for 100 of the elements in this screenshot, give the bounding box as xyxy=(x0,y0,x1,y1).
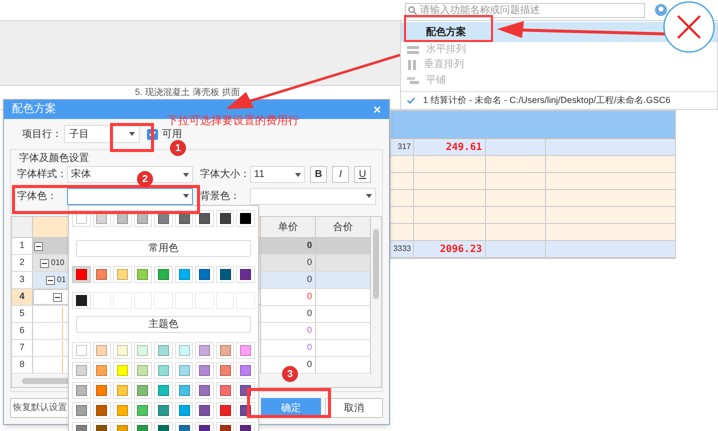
color-swatch[interactable] xyxy=(134,402,152,419)
color-swatch[interactable] xyxy=(174,382,194,399)
color-swatch[interactable] xyxy=(72,362,91,379)
color-swatch[interactable] xyxy=(72,266,91,283)
color-swatch[interactable] xyxy=(174,402,194,419)
color-swatch[interactable] xyxy=(174,266,194,283)
highlight-frame xyxy=(110,123,154,152)
collapse-icon[interactable] xyxy=(53,292,62,302)
column-header: 单价 xyxy=(278,220,298,234)
group-title: 字体及颜色设置 xyxy=(18,152,90,165)
reset-button[interactable]: 恢复默认设置 xyxy=(10,398,70,418)
menu-item[interactable]: 1 结算计价 - 未命名 - C:/Users/linj/Desktop/工程/未命名.GSC6 xyxy=(401,92,717,109)
color-swatch[interactable] xyxy=(195,382,214,399)
color-swatch[interactable] xyxy=(216,266,234,283)
color-swatch[interactable] xyxy=(236,342,255,359)
color-swatch[interactable] xyxy=(92,342,112,359)
column-header: 合价 xyxy=(333,220,353,234)
search-field[interactable]: 请输入功能名称或问题描述 xyxy=(405,2,645,18)
field-label: 字体大小： xyxy=(200,168,250,182)
color-swatch[interactable] xyxy=(72,342,91,359)
color-swatch[interactable] xyxy=(92,382,112,399)
color-swatch[interactable] xyxy=(154,362,173,379)
table-cell-text: 0 xyxy=(306,307,312,320)
cancel-button[interactable]: 取消 xyxy=(325,398,383,418)
color-swatch[interactable] xyxy=(195,342,214,359)
background-color-select[interactable] xyxy=(250,188,376,204)
field-label: 背景色： xyxy=(200,190,241,204)
color-swatch[interactable] xyxy=(236,210,255,227)
table-cell-text: 0 xyxy=(306,290,312,304)
collapse-icon[interactable] xyxy=(46,276,55,284)
caret-icon xyxy=(183,172,189,176)
color-swatch[interactable] xyxy=(216,382,234,399)
color-swatch[interactable] xyxy=(174,362,194,379)
color-swatch[interactable] xyxy=(195,266,214,283)
table-cell-text: 0 xyxy=(306,324,312,338)
color-swatch[interactable] xyxy=(195,362,214,379)
color-swatch[interactable] xyxy=(174,342,194,359)
section-header-button[interactable]: 常用色 xyxy=(76,240,251,257)
color-swatch[interactable] xyxy=(113,362,132,379)
color-swatch[interactable] xyxy=(216,210,234,227)
color-swatch[interactable] xyxy=(216,342,234,359)
horizontal-bars-icon xyxy=(407,44,419,55)
row-number: 2 xyxy=(19,256,24,270)
table-cell-text: 2096.23 xyxy=(440,242,482,256)
user-icon[interactable] xyxy=(655,4,667,16)
table-cell: 010 xyxy=(51,257,64,269)
color-swatch[interactable] xyxy=(113,342,132,359)
field-label: 字体样式： xyxy=(17,168,67,182)
row-number: 8 xyxy=(19,358,24,372)
color-swatch[interactable] xyxy=(195,402,214,419)
table-cell: 01 xyxy=(57,274,66,286)
caret-icon xyxy=(129,132,135,136)
checkbox-label: 可用 xyxy=(162,126,182,142)
color-swatch[interactable] xyxy=(216,402,234,419)
style-toggle-button[interactable]: B xyxy=(310,166,327,183)
row-number: 4 xyxy=(19,290,24,304)
color-swatch[interactable] xyxy=(216,362,234,379)
table-cell: 3333 xyxy=(393,243,411,255)
field-label: 项目行： xyxy=(22,128,63,142)
color-swatch[interactable] xyxy=(92,266,112,283)
color-swatch[interactable] xyxy=(113,402,132,419)
table-cell-text: 0 xyxy=(306,256,312,270)
row-number: 6 xyxy=(19,324,24,338)
table-cell-text: 0 xyxy=(306,341,312,354)
color-swatch[interactable] xyxy=(72,402,91,419)
collapse-icon[interactable] xyxy=(34,242,43,250)
color-swatch[interactable] xyxy=(134,382,152,399)
style-toggle-button[interactable]: U xyxy=(354,166,371,183)
vertical-scrollbar[interactable] xyxy=(371,217,381,375)
row-number: 7 xyxy=(19,341,24,354)
table-cell-text: 249.61 xyxy=(446,140,482,154)
color-swatch[interactable] xyxy=(113,266,132,283)
color-swatch[interactable] xyxy=(236,362,255,379)
color-swatch[interactable] xyxy=(154,342,173,359)
color-swatch[interactable] xyxy=(92,402,112,419)
color-swatch[interactable] xyxy=(134,362,152,379)
section-header-button[interactable]: 主题色 xyxy=(76,316,251,333)
item-row-select[interactable]: 子目 xyxy=(64,125,140,143)
row-number: 5 xyxy=(19,307,24,320)
color-swatch[interactable] xyxy=(236,266,255,283)
style-toggle-button[interactable]: I xyxy=(332,166,349,183)
vertical-bars-icon xyxy=(407,60,417,70)
caret-icon xyxy=(295,172,301,176)
color-swatch[interactable] xyxy=(195,210,214,227)
color-swatch[interactable] xyxy=(154,266,173,283)
font-color-select[interactable] xyxy=(67,188,193,204)
collapse-icon[interactable] xyxy=(40,258,49,268)
table-cell-text: 0 xyxy=(306,239,312,252)
color-swatch[interactable] xyxy=(134,266,152,283)
color-swatch[interactable] xyxy=(154,382,173,399)
color-swatch[interactable] xyxy=(72,292,91,309)
color-swatch[interactable] xyxy=(154,402,173,419)
color-swatch[interactable] xyxy=(92,362,112,379)
color-swatch[interactable] xyxy=(134,342,152,359)
row-number: 3 xyxy=(19,273,24,286)
color-swatch[interactable] xyxy=(72,382,91,399)
caret-icon xyxy=(366,194,372,198)
color-swatch[interactable] xyxy=(113,382,132,399)
font-size-select[interactable]: 11 xyxy=(250,166,305,183)
table-cell-text: 0 xyxy=(306,358,312,372)
